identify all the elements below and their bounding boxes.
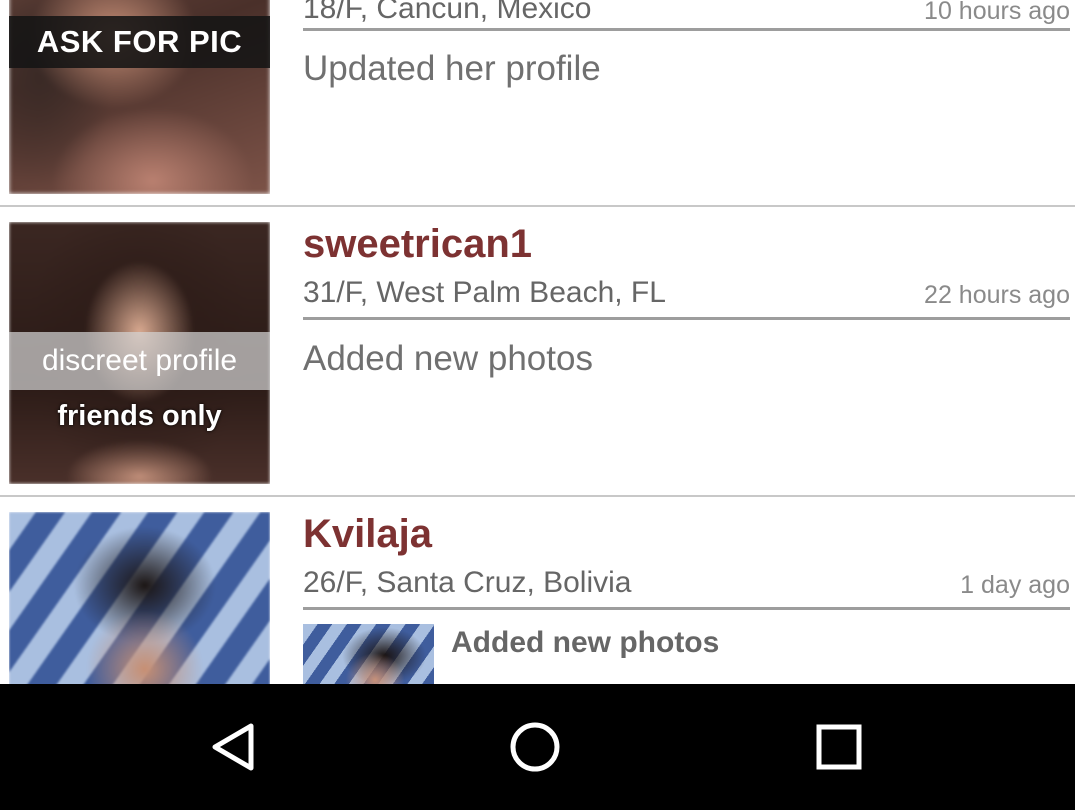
profile-photo[interactable] <box>9 512 270 684</box>
back-triangle-icon[interactable] <box>199 712 269 782</box>
activity-text: Added new photos <box>451 626 720 659</box>
activity-feed[interactable]: ASK FOR PIC 18/F, Cancun, Mexico 10 hour… <box>0 0 1075 684</box>
timestamp: 10 hours ago <box>924 0 1070 25</box>
profile-photo[interactable]: discreet profile friends only <box>9 222 270 484</box>
ask-for-pic-banner: ASK FOR PIC <box>9 16 270 68</box>
friends-only-label: friends only <box>57 400 222 432</box>
feed-item[interactable]: ASK FOR PIC 18/F, Cancun, Mexico 10 hour… <box>0 0 1075 207</box>
discreet-profile-label: discreet profile <box>9 332 270 390</box>
timestamp: 1 day ago <box>960 571 1070 599</box>
timestamp: 22 hours ago <box>924 281 1070 309</box>
feed-item[interactable]: discreet profile friends only sweetrican… <box>0 207 1075 497</box>
photo-image <box>9 512 270 684</box>
username-link[interactable]: Kvilaja <box>303 511 432 557</box>
meta-underline <box>303 607 1070 610</box>
meta-underline <box>303 28 1070 31</box>
profile-details: 31/F, West Palm Beach, FL <box>303 276 666 309</box>
recents-square-icon[interactable] <box>804 712 874 782</box>
home-circle-icon[interactable] <box>500 712 570 782</box>
navigation-bar <box>0 684 1075 810</box>
feed-item-meta: 26/F, Santa Cruz, Bolivia 1 day ago <box>303 563 1070 603</box>
profile-details: 18/F, Cancun, Mexico <box>303 0 592 25</box>
username-link[interactable]: sweetrican1 <box>303 221 532 267</box>
activity-text: Added new photos <box>303 339 593 378</box>
feed-item[interactable]: Kvilaja 26/F, Santa Cruz, Bolivia 1 day … <box>0 497 1075 684</box>
profile-photo[interactable]: ASK FOR PIC <box>9 0 270 194</box>
feed-item-meta: 31/F, West Palm Beach, FL 22 hours ago <box>303 273 1070 313</box>
activity-text: Updated her profile <box>303 49 601 88</box>
screen: ASK FOR PIC 18/F, Cancun, Mexico 10 hour… <box>0 0 1075 810</box>
new-photo-thumbnail[interactable] <box>303 624 434 684</box>
profile-details: 26/F, Santa Cruz, Bolivia <box>303 566 632 599</box>
feed-item-meta: 18/F, Cancun, Mexico 10 hours ago <box>303 0 1070 29</box>
meta-underline <box>303 317 1070 320</box>
